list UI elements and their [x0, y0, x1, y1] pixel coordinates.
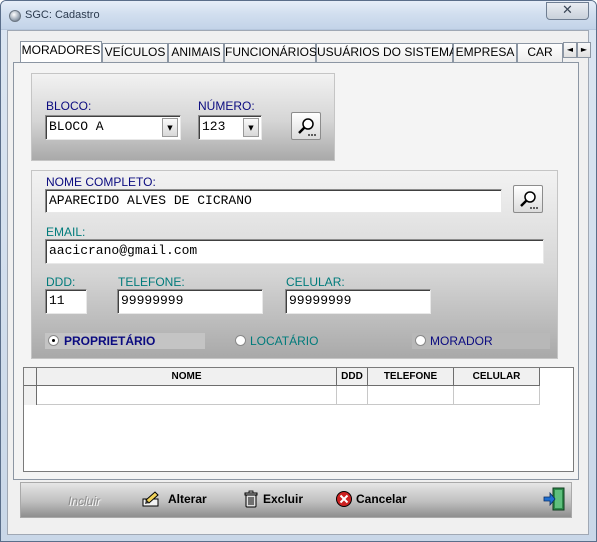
search-person-button[interactable] [513, 185, 543, 213]
grid-indicator-header [24, 368, 37, 386]
trash-icon [244, 490, 258, 508]
radio-morador[interactable]: MORADOR [412, 333, 550, 349]
grid-col-nome[interactable]: NOME [37, 368, 337, 386]
tab-funcionarios[interactable]: FUNCIONÁRIOS [224, 43, 317, 62]
grid-col-telefone[interactable]: TELEFONE [368, 368, 454, 386]
grid-cell-ddd[interactable] [337, 386, 368, 405]
exit-door-icon [543, 487, 565, 511]
excluir-label: Excluir [263, 492, 304, 506]
cancelar-button[interactable]: Cancelar [335, 490, 411, 510]
chevron-down-icon[interactable]: ▼ [243, 118, 259, 137]
bloco-select-value: BLOCO A [49, 119, 104, 134]
edit-icon [142, 491, 159, 507]
window-title: SGC: Cadastro [25, 9, 100, 21]
incluir-button[interactable]: Incluir [68, 492, 108, 512]
title-bar[interactable]: SGC: Cadastro ✕ [1, 1, 596, 30]
celular-label: CELULAR: [286, 275, 345, 289]
numero-select-value: 123 [202, 119, 226, 134]
numero-label: NÚMERO: [198, 99, 255, 113]
tab-empresa[interactable]: EMPRESA [453, 43, 517, 62]
ddd-field[interactable]: 11 [45, 289, 87, 314]
tab-scroll-left-button[interactable]: ◄ [563, 42, 577, 58]
bloco-select[interactable]: BLOCO A ▼ [45, 115, 181, 140]
magnifier-icon [298, 118, 316, 136]
telefone-field[interactable]: 99999999 [117, 289, 263, 314]
numero-select[interactable]: 123 ▼ [198, 115, 262, 140]
tab-car[interactable]: CAR [517, 43, 563, 62]
radio-locatario[interactable]: LOCATÁRIO [232, 333, 382, 349]
grid-header: NOME DDD TELEFONE CELULAR [24, 368, 540, 386]
email-label: EMAIL: [46, 225, 86, 239]
radio-morador-label: MORADOR [430, 334, 493, 348]
radio-button-icon [48, 335, 59, 346]
bloco-label: BLOCO: [46, 99, 92, 113]
close-button[interactable]: ✕ [546, 2, 589, 20]
grid-col-celular[interactable]: CELULAR [454, 368, 540, 386]
excluir-button[interactable]: Excluir [242, 490, 304, 510]
telefone-label: TELEFONE: [118, 275, 185, 289]
incluir-label: Incluir [68, 494, 101, 508]
grid-col-ddd[interactable]: DDD [337, 368, 368, 386]
tab-animais[interactable]: ANIMAIS [168, 43, 224, 62]
alterar-button[interactable]: Alterar [142, 490, 212, 510]
exit-button[interactable] [543, 487, 565, 511]
row-indicator [24, 386, 37, 405]
nome-completo-field[interactable]: APARECIDO ALVES DE CICRANO [45, 189, 502, 213]
residents-grid[interactable]: NOME DDD TELEFONE CELULAR [23, 367, 574, 472]
tab-usuarios-do-sistema[interactable]: USUÁRIOS DO SISTEMA [316, 43, 457, 62]
radio-proprietario[interactable]: PROPRIETÁRIO [45, 333, 205, 349]
cancel-icon [336, 491, 352, 507]
email-field[interactable]: aacicrano@gmail.com [45, 239, 544, 264]
tab-veiculos[interactable]: VEÍCULOS [102, 43, 168, 62]
nome-label: NOME COMPLETO: [46, 175, 156, 189]
cancelar-label: Cancelar [356, 492, 407, 506]
radio-button-icon [415, 335, 426, 346]
tab-strip: MORADORES VEÍCULOS ANIMAIS FUNCIONÁRIOS … [13, 41, 563, 62]
radio-button-icon [235, 335, 246, 346]
radio-proprietario-label: PROPRIETÁRIO [64, 334, 156, 348]
app-icon [9, 10, 21, 22]
alterar-label: Alterar [168, 492, 207, 506]
search-unit-button[interactable] [291, 112, 321, 140]
table-row[interactable] [24, 386, 540, 405]
magnifier-icon [520, 191, 538, 209]
grid-cell-telefone[interactable] [368, 386, 454, 405]
tab-moradores[interactable]: MORADORES [20, 41, 102, 62]
radio-locatario-label: LOCATÁRIO [250, 334, 319, 348]
grid-cell-nome[interactable] [37, 386, 337, 405]
tab-scroll-right-button[interactable]: ► [577, 42, 591, 58]
ddd-label: DDD: [46, 275, 76, 289]
grid-cell-celular[interactable] [454, 386, 540, 405]
celular-field[interactable]: 99999999 [285, 289, 431, 314]
chevron-down-icon[interactable]: ▼ [162, 118, 178, 137]
